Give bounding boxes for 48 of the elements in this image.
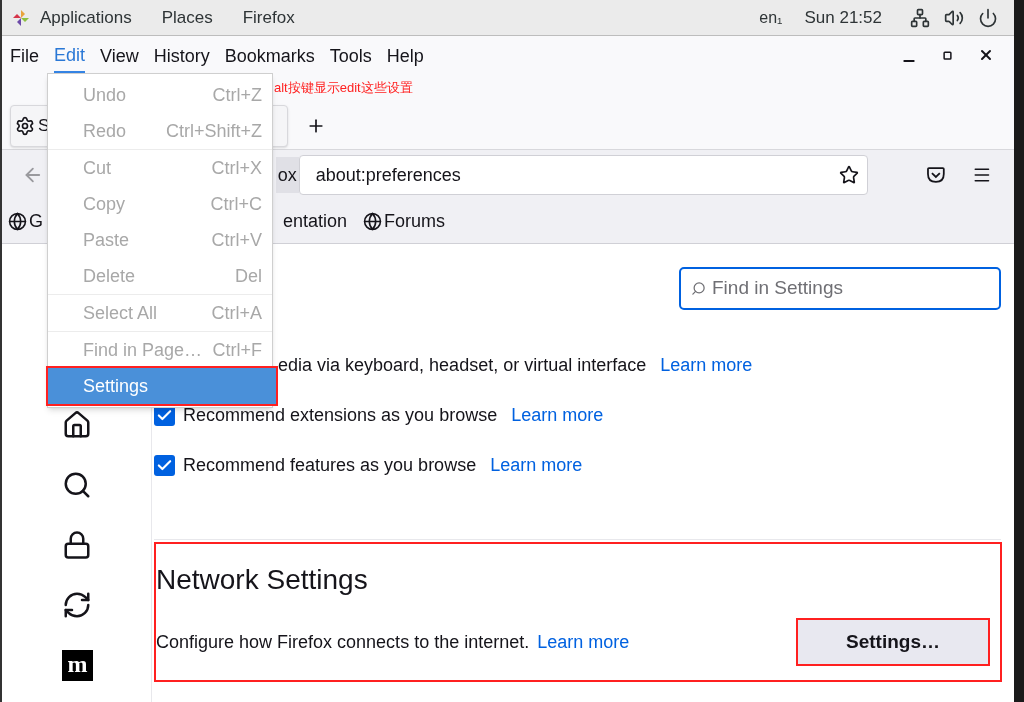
star-icon[interactable] (839, 165, 860, 185)
menu-bar-item[interactable]: View (100, 40, 139, 70)
input-source[interactable]: en₁ (759, 5, 783, 30)
menu-bar-item[interactable]: Help (386, 40, 424, 70)
home-icon[interactable] (62, 410, 92, 440)
menu-bar-item[interactable]: History (153, 40, 210, 70)
search-icon[interactable] (62, 470, 92, 500)
pocket-icon[interactable] (926, 166, 947, 184)
url-text: about:preferences (315, 163, 461, 187)
menu-bar-item[interactable]: File (10, 40, 39, 70)
learn-more-link[interactable]: Learn more (537, 631, 630, 652)
bookmark-item[interactable]: Forums (363, 208, 446, 235)
network-icon[interactable] (910, 7, 930, 28)
annotation-note: alt按键显示edit这些设置 (274, 79, 413, 98)
option-text: edia via keyboard, headset, or virtual interface (278, 353, 647, 377)
learn-more-link[interactable]: Learn more (511, 401, 604, 429)
logo-icon (12, 8, 30, 27)
sync-icon[interactable] (62, 590, 92, 620)
section-description: Configure how Firefox connects to the internet. (156, 630, 530, 654)
top-bar-menu[interactable]: Places (161, 4, 213, 31)
lock-icon[interactable] (62, 530, 92, 560)
checkbox[interactable] (154, 454, 175, 476)
settings-icon (15, 115, 35, 136)
bookmark-item[interactable]: entation (283, 208, 348, 235)
close-icon[interactable] (978, 47, 994, 63)
power-icon[interactable] (978, 7, 998, 28)
mdn-logo[interactable]: m (62, 650, 93, 681)
search-icon (691, 281, 706, 296)
section-heading: Network Settings (156, 563, 369, 597)
learn-more-link[interactable]: Learn more (660, 351, 753, 379)
maximize-icon[interactable] (943, 50, 952, 60)
clock[interactable]: Sun 21:52 (804, 4, 882, 31)
volume-icon[interactable] (944, 7, 964, 28)
bookmark-item[interactable]: G (8, 208, 43, 235)
identity-block[interactable]: ox (275, 157, 299, 193)
url-field[interactable]: about:preferences (298, 155, 869, 195)
menu-bar-item[interactable]: Tools (329, 40, 372, 70)
menu-bar-item[interactable]: Bookmarks (224, 40, 315, 70)
menu-icon[interactable] (972, 165, 992, 185)
search-field[interactable]: Find in Settings (679, 267, 1001, 310)
globe-icon (363, 212, 383, 231)
top-bar-menu[interactable]: Applications (40, 4, 132, 31)
top-bar-menu[interactable]: Firefox (242, 4, 295, 31)
network-settings-button[interactable]: Settings… (796, 618, 990, 666)
learn-more-link[interactable]: Learn more (490, 451, 583, 479)
checkbox-label[interactable]: Recommend extensions as you browse (183, 401, 498, 429)
globe-icon (8, 212, 27, 231)
checkbox-label[interactable]: Recommend features as you browse (183, 451, 477, 479)
